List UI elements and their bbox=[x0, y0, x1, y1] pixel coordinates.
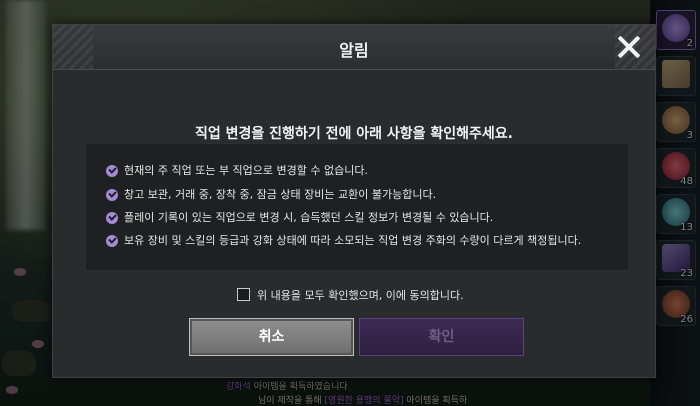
class-change-dialog: 알림 직업 변경을 진행하기 전에 아래 사항을 확인해주세요. 현재의 주 직… bbox=[52, 24, 656, 378]
check-circle-icon bbox=[106, 165, 118, 177]
notice-text: 플레이 기록이 있는 직업으로 변경 시, 습득했던 스킬 정보가 변경될 수 … bbox=[124, 211, 494, 224]
agree-label: 위 내용을 모두 확인했으며, 이에 동의합니다. bbox=[257, 289, 464, 302]
dialog-header: 알림 bbox=[53, 25, 655, 70]
cancel-button[interactable]: 취소 bbox=[189, 318, 354, 356]
dialog-title: 알림 bbox=[339, 41, 369, 60]
check-circle-icon bbox=[106, 189, 118, 201]
check-circle-icon bbox=[106, 212, 118, 224]
confirm-button[interactable]: 확인 bbox=[359, 318, 524, 356]
check-circle-icon bbox=[106, 235, 118, 247]
agree-checkbox[interactable] bbox=[237, 288, 250, 301]
close-icon[interactable] bbox=[615, 33, 643, 61]
notice-text: 현재의 주 직업 또는 부 직업으로 변경할 수 없습니다. bbox=[124, 164, 368, 177]
notice-list: 현재의 주 직업 또는 부 직업으로 변경할 수 없습니다. 창고 보관, 거래… bbox=[85, 143, 629, 271]
notice-text: 창고 보관, 거래 중, 장착 중, 잠금 상태 장비는 교환이 불가능합니다. bbox=[124, 188, 437, 201]
notice-text: 보유 장비 및 스킬의 등급과 강화 상태에 따라 소모되는 직업 변경 주화의… bbox=[124, 234, 582, 247]
dialog-prompt: 직업 변경을 진행하기 전에 아래 사항을 확인해주세요. bbox=[195, 126, 513, 142]
